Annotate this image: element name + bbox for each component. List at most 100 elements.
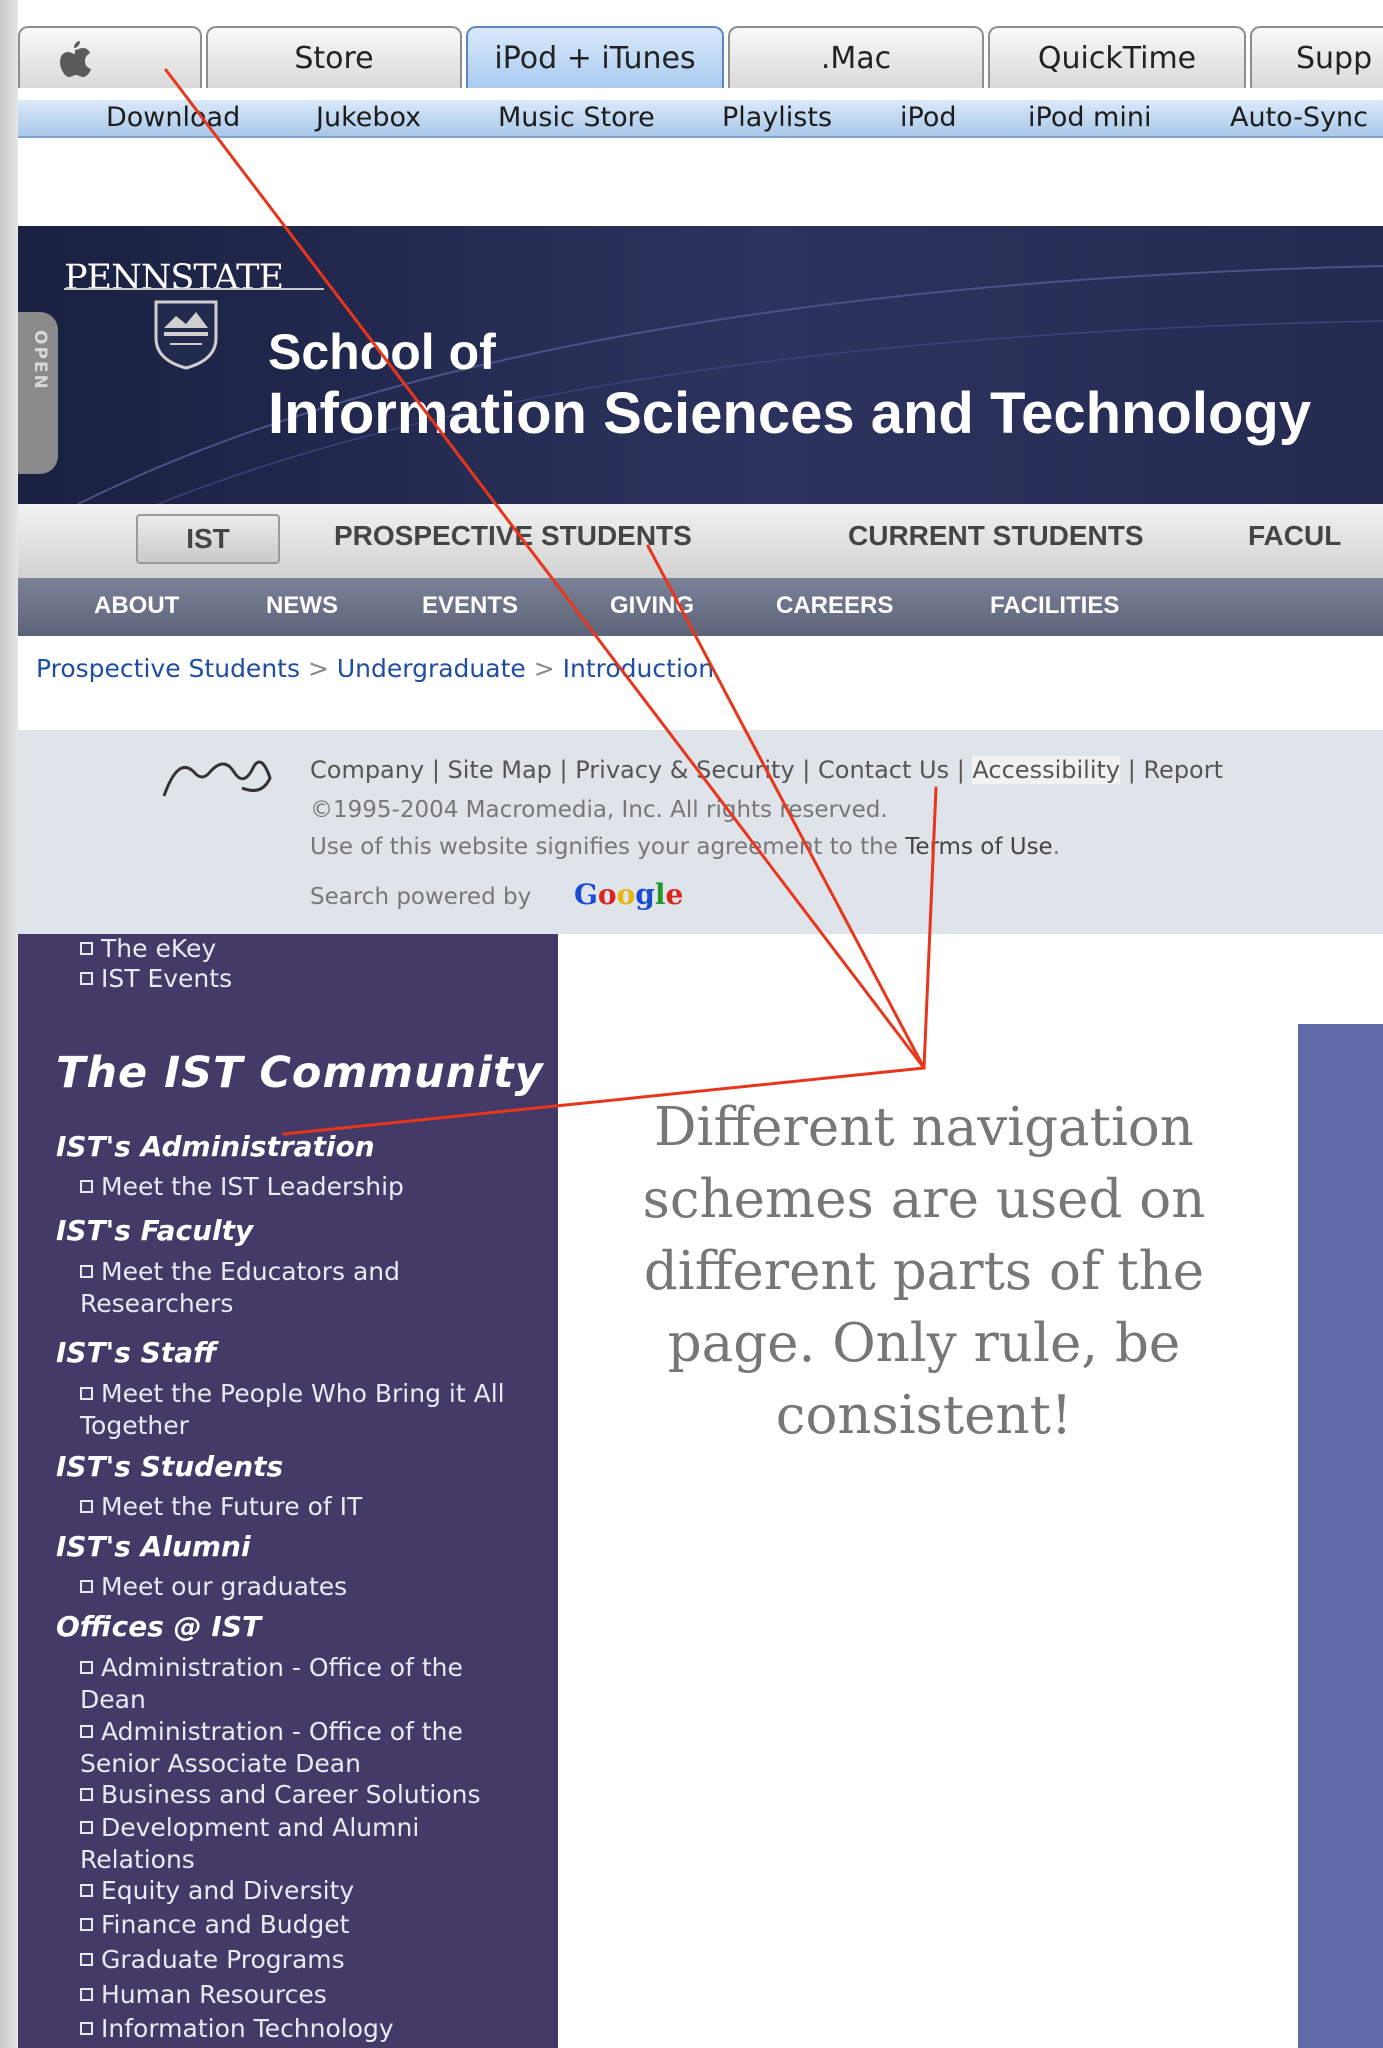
sidebar-section-offices[interactable]: Offices @ IST — [56, 1610, 261, 1643]
sec-nav-about[interactable]: ABOUT — [94, 592, 179, 620]
sidebar-link[interactable]: Administration - Office of the Dean — [80, 1652, 520, 1716]
sidebar-link-ekey[interactable]: The eKey — [80, 934, 216, 963]
window-frame-left — [0, 0, 18, 2048]
sec-nav-news[interactable]: NEWS — [266, 592, 338, 620]
tab-apple-home[interactable] — [18, 26, 202, 88]
bullet-box-icon — [80, 1787, 93, 1801]
sidebar-link-label: IST Events — [101, 964, 233, 993]
sidebar-section-alumni[interactable]: IST's Alumni — [56, 1530, 251, 1563]
sidebar-link[interactable]: Business and Career Solutions — [80, 1780, 481, 1809]
sidebar-link[interactable]: Development and Alumni Relations — [80, 1812, 480, 1876]
tab-mac[interactable]: .Mac — [728, 26, 984, 88]
bullet-box-icon — [80, 1499, 93, 1513]
sidebar-link[interactable]: Information Technology — [80, 2014, 394, 2043]
sec-nav-facilities[interactable]: FACILITIES — [990, 592, 1119, 620]
subnav-ipod[interactable]: iPod — [900, 102, 956, 133]
breadcrumb-item[interactable]: Introduction — [563, 654, 714, 683]
main-nav-faculty[interactable]: FACUL — [1248, 520, 1341, 552]
wordmark-underline — [64, 288, 324, 290]
sidebar-link-label: The eKey — [101, 934, 217, 963]
bullet-box-icon — [80, 1264, 93, 1278]
tab-label: QuickTime — [1037, 40, 1197, 76]
sidebar-section-faculty[interactable]: IST's Faculty — [56, 1214, 253, 1247]
bullet-box-icon — [80, 1660, 93, 1674]
sidebar-link-label: Meet the People Who Bring it All Togethe… — [80, 1379, 505, 1440]
footer-terms-suffix: . — [1052, 834, 1061, 860]
sidebar-link-label: Meet the Future of IT — [101, 1492, 363, 1521]
sidebar-section-students[interactable]: IST's Students — [56, 1450, 283, 1483]
tab-label: iPod + iTunes — [494, 40, 696, 76]
sidebar-link-label: Meet the IST Leadership — [101, 1172, 404, 1201]
sec-nav-giving[interactable]: GIVING — [610, 592, 694, 620]
tab-quicktime[interactable]: QuickTime — [988, 26, 1246, 88]
apple-logo-icon — [60, 41, 91, 77]
footer-search-powered: Search powered by — [310, 884, 532, 910]
subnav-auto-sync[interactable]: Auto-Sync — [1230, 102, 1368, 133]
footer-terms-link[interactable]: Terms of Use — [905, 834, 1053, 860]
breadcrumb: Prospective Students > Undergraduate > I… — [36, 654, 714, 683]
breadcrumb-item[interactable]: Undergraduate — [337, 654, 526, 683]
tab-label: Store — [294, 40, 374, 76]
footer-link-report[interactable]: Report — [1143, 756, 1223, 784]
tab-store[interactable]: Store — [206, 26, 462, 88]
sidebar-link[interactable]: Meet our graduates — [80, 1572, 347, 1601]
bullet-box-icon — [80, 1883, 93, 1897]
sidebar-link-label: Graduate Programs — [101, 1945, 345, 1974]
footer-link-accessibility[interactable]: Accessibility — [972, 756, 1121, 784]
open-tab-label: OPEN — [30, 330, 50, 391]
sidebar-link[interactable]: Meet the Future of IT — [80, 1492, 362, 1521]
footer-link-company[interactable]: Company — [310, 756, 424, 784]
google-logo[interactable]: Google — [574, 878, 683, 911]
subnav-ipod-mini[interactable]: iPod mini — [1028, 102, 1151, 133]
sec-nav-careers[interactable]: CAREERS — [776, 592, 893, 620]
sidebar-link[interactable]: Meet the IST Leadership — [80, 1172, 404, 1201]
sidebar-link[interactable]: Administration - Office of the Senior As… — [80, 1716, 520, 1780]
blue-content-panel — [1298, 1024, 1383, 2048]
bullet-box-icon — [80, 1724, 93, 1738]
sidebar-link-label: Human Resources — [101, 1980, 327, 2009]
bullet-box-icon — [80, 941, 93, 955]
pennstate-shield-icon — [154, 300, 218, 370]
subnav-download[interactable]: Download — [106, 102, 240, 133]
footer-link-privacy[interactable]: Privacy & Security — [575, 756, 794, 784]
breadcrumb-separator: > — [307, 654, 329, 683]
sidebar-link-label: Finance and Budget — [101, 1910, 350, 1939]
secondary-navigation — [18, 578, 1383, 636]
footer-terms-prefix: Use of this website signifies your agree… — [310, 834, 906, 860]
sidebar-link[interactable]: Human Resources — [80, 1980, 327, 2009]
main-nav-ist[interactable]: IST — [136, 514, 280, 564]
sidebar-link[interactable]: Equity and Diversity — [80, 1876, 354, 1905]
sidebar-link[interactable]: Meet the Educators and Researchers — [80, 1256, 480, 1320]
bullet-box-icon — [80, 2021, 93, 2035]
sidebar-link[interactable]: Graduate Programs — [80, 1945, 345, 1974]
sidebar-community-title: The IST Community — [56, 1048, 544, 1098]
sidebar-link[interactable]: Finance and Budget — [80, 1910, 350, 1939]
school-title-line1: School of — [268, 324, 496, 380]
pennstate-wordmark[interactable]: PENNSTATE — [64, 258, 284, 298]
sidebar-link[interactable]: Meet the People Who Bring it All Togethe… — [80, 1378, 510, 1442]
footer-link-contact[interactable]: Contact Us — [818, 756, 949, 784]
bullet-box-icon — [80, 1917, 93, 1931]
sidebar-section-staff[interactable]: IST's Staff — [56, 1336, 216, 1369]
bullet-box-icon — [80, 1987, 93, 2001]
sidebar-link-label: Development and Alumni Relations — [80, 1813, 420, 1874]
main-nav-current-students[interactable]: CURRENT STUDENTS — [848, 520, 1144, 552]
subnav-music-store[interactable]: Music Store — [498, 102, 655, 133]
bullet-box-icon — [80, 1579, 93, 1593]
main-nav-ist-label: IST — [186, 523, 230, 554]
sidebar-link-label: Meet the Educators and Researchers — [80, 1257, 401, 1318]
sec-nav-events[interactable]: EVENTS — [422, 592, 518, 620]
sidebar-link-label: Business and Career Solutions — [101, 1780, 481, 1809]
tab-label: Supp — [1296, 40, 1373, 76]
footer-link-site-map[interactable]: Site Map — [448, 756, 552, 784]
subnav-playlists[interactable]: Playlists — [722, 102, 832, 133]
main-nav-prospective-students[interactable]: PROSPECTIVE STUDENTS — [334, 520, 692, 552]
school-title-line2: Information Sciences and Technology — [268, 381, 1312, 446]
tab-ipod-itunes[interactable]: iPod + iTunes — [466, 26, 724, 88]
sidebar-link-ist-events[interactable]: IST Events — [80, 964, 232, 993]
tab-label: .Mac — [820, 40, 892, 76]
tab-support[interactable]: Supp — [1250, 26, 1383, 88]
subnav-jukebox[interactable]: Jukebox — [316, 102, 421, 133]
sidebar-section-administration[interactable]: IST's Administration — [56, 1130, 375, 1163]
breadcrumb-item[interactable]: Prospective Students — [36, 654, 300, 683]
